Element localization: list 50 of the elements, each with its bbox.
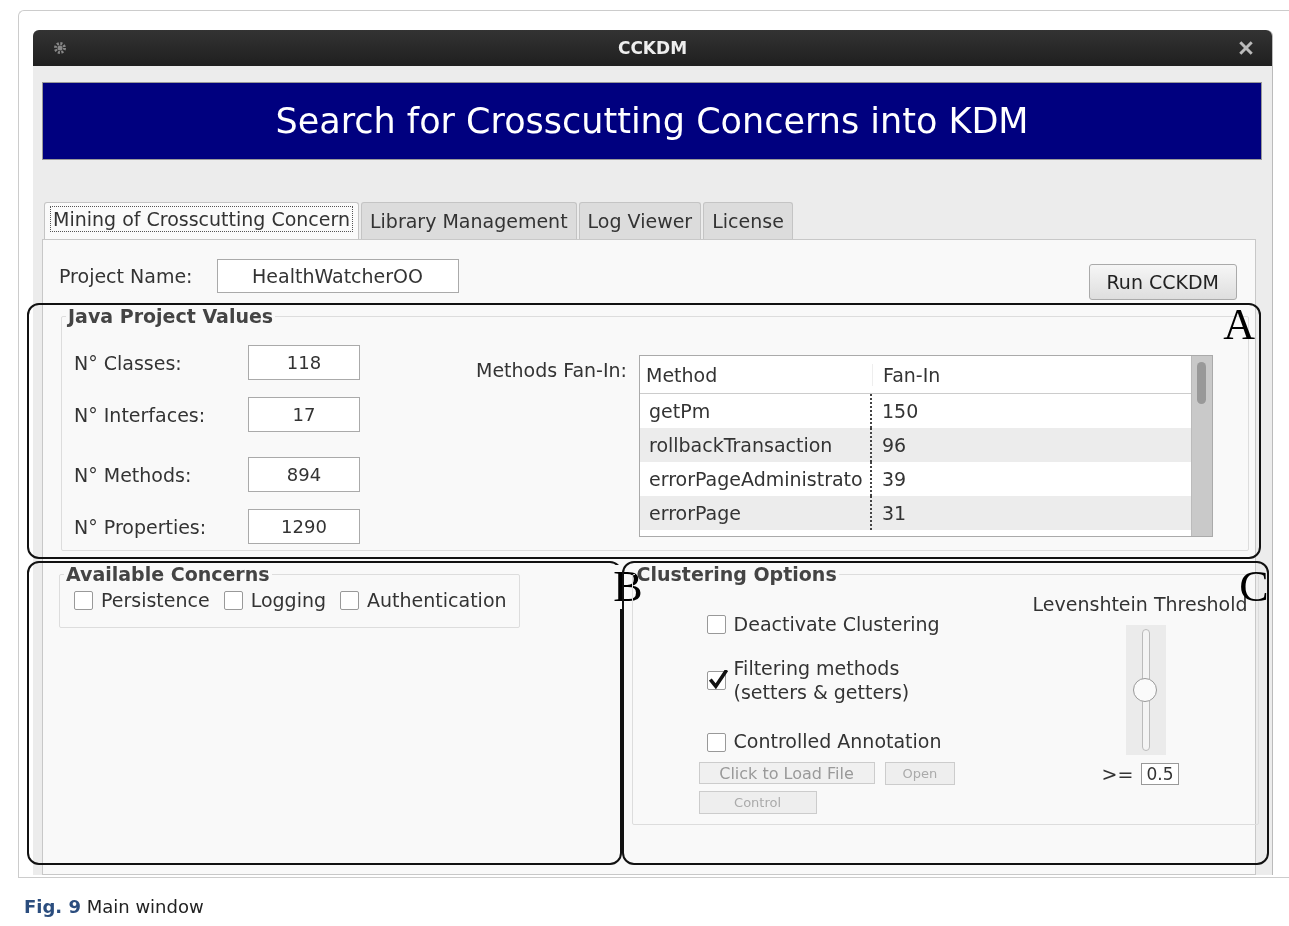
checkbox-label[interactable]: Filtering methods (setters & getters) (733, 656, 910, 705)
checkbox[interactable] (706, 671, 726, 690)
field-label: Project Name: (59, 265, 193, 287)
number-field[interactable]: 118 (248, 345, 360, 380)
number-field[interactable]: 1290 (248, 509, 360, 544)
project-name-field[interactable]: HealthWatcherOO (216, 259, 459, 293)
table-cell-text: 96 (881, 434, 907, 456)
gear-icon[interactable] (53, 41, 67, 55)
checkbox[interactable] (340, 590, 360, 610)
table-cell: errorPage (640, 496, 872, 530)
checkbox-label[interactable]: Deactivate Clustering (733, 613, 940, 637)
column-header[interactable]: Method (640, 363, 872, 386)
window-title: CCKDM (616, 38, 689, 58)
threshold-field[interactable]: 0.5 (1141, 763, 1179, 785)
table-cell: rollbackTransaction (640, 428, 872, 462)
checkbox-label[interactable]: Authentication (367, 589, 507, 611)
slider-track[interactable] (1126, 625, 1167, 755)
group-title: Available Concerns (65, 563, 271, 585)
table-label: Methods Fan-In: (476, 359, 627, 381)
figure-caption: Fig. 9 Main window (24, 896, 205, 917)
number-field[interactable]: 17 (248, 397, 360, 432)
field-label: N° Methods: (74, 463, 193, 486)
tab[interactable]: Mining of Crosscutting Concern (44, 202, 359, 239)
field-label: N° Classes: (74, 351, 183, 374)
field-label: N° Interfaces: (74, 403, 207, 426)
table-cell-text: 39 (881, 468, 907, 490)
table-cell-text: 150 (881, 400, 919, 422)
operator-label: >= (1101, 763, 1134, 785)
column-header[interactable]: Fan-In (872, 363, 941, 386)
group-title: Java Project Values (66, 305, 275, 327)
checkbox[interactable] (223, 590, 243, 610)
checkbox-label[interactable]: Controlled Annotation (733, 730, 942, 754)
number-field[interactable]: 894 (248, 457, 360, 492)
checkbox[interactable] (706, 615, 726, 635)
field-label: N° Properties: (74, 515, 208, 538)
table-cell-text: 31 (881, 502, 907, 524)
tab[interactable]: Log Viewer (578, 202, 702, 239)
tab[interactable]: License (703, 202, 793, 239)
slider-thumb[interactable] (1133, 678, 1158, 702)
run-button[interactable]: Run CCKDM (1088, 264, 1237, 300)
checkbox[interactable] (706, 732, 726, 752)
scrollbar[interactable] (1191, 356, 1212, 536)
annotation-letter: A (1223, 303, 1255, 347)
checkbox-label[interactable]: Logging (250, 589, 327, 611)
checkbox-label[interactable]: Persistence (101, 589, 210, 611)
banner-title: Search for Crosscutting Concerns into KDM (42, 82, 1262, 160)
tab[interactable]: Library Management (360, 202, 577, 239)
close-icon[interactable] (1238, 40, 1254, 56)
scrollbar-thumb[interactable] (1197, 362, 1206, 404)
checkbox[interactable] (74, 590, 93, 610)
